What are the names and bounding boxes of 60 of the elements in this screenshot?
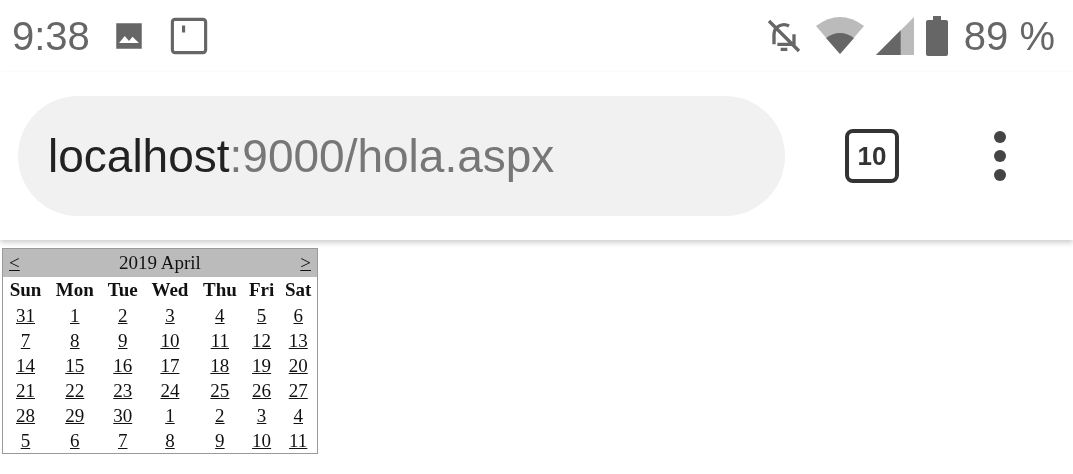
- menu-icon: [993, 131, 1007, 181]
- day-link[interactable]: 9: [117, 329, 128, 351]
- day-link[interactable]: 6: [293, 304, 303, 326]
- weekday-label: Fri: [248, 279, 275, 300]
- day-link[interactable]: 6: [70, 429, 80, 451]
- previous-month-link[interactable]: <: [9, 252, 20, 274]
- day-link[interactable]: 13: [288, 329, 308, 351]
- day-link[interactable]: 31: [15, 304, 35, 326]
- day-link[interactable]: 24: [160, 379, 180, 401]
- weekday-label: Sat: [285, 279, 312, 300]
- day-link[interactable]: 25: [210, 379, 230, 401]
- weekday-label: Wed: [151, 279, 189, 300]
- day-link[interactable]: 30: [113, 404, 133, 426]
- day-link[interactable]: 11: [210, 329, 229, 351]
- weekday-label: Mon: [55, 279, 94, 300]
- day-link[interactable]: 27: [288, 379, 308, 401]
- day-link[interactable]: 19: [252, 354, 272, 376]
- signal-icon: [875, 17, 914, 55]
- day-link[interactable]: 8: [165, 429, 175, 451]
- tab-count-button[interactable]: 10: [845, 129, 899, 183]
- day-link[interactable]: 7: [20, 329, 31, 351]
- day-link[interactable]: 12: [252, 329, 272, 351]
- day-link[interactable]: 4: [293, 404, 303, 426]
- weekday-label: Sun: [9, 279, 42, 300]
- day-link[interactable]: 18: [210, 354, 230, 376]
- day-link[interactable]: 23: [113, 379, 133, 401]
- day-link[interactable]: 16: [113, 354, 133, 376]
- battery-percent: 89 %: [963, 13, 1055, 59]
- day-link[interactable]: 8: [70, 329, 80, 351]
- day-link[interactable]: 15: [65, 354, 85, 376]
- day-link[interactable]: 2: [215, 404, 225, 426]
- day-link[interactable]: 10: [160, 329, 180, 351]
- clock-time: 9:38: [12, 13, 90, 59]
- day-link[interactable]: 3: [165, 304, 175, 326]
- day-link[interactable]: 3: [256, 404, 267, 426]
- day-link[interactable]: 29: [65, 404, 85, 426]
- day-link[interactable]: 1: [165, 404, 175, 426]
- day-link[interactable]: 5: [20, 429, 31, 451]
- day-link[interactable]: 22: [65, 379, 85, 401]
- day-link[interactable]: 28: [15, 404, 35, 426]
- day-link[interactable]: 7: [117, 429, 128, 451]
- next-month-link[interactable]: >: [300, 252, 311, 274]
- weekday-label: Thu: [202, 279, 237, 300]
- address-field[interactable]: localhost:9000/hola.aspx: [18, 96, 785, 216]
- day-link[interactable]: 10: [252, 429, 272, 451]
- weekday-label: Tue: [107, 279, 138, 300]
- day-link[interactable]: 17: [160, 354, 180, 376]
- day-link[interactable]: 11: [289, 429, 308, 451]
- day-link[interactable]: 2: [117, 304, 128, 326]
- day-link[interactable]: 20: [288, 354, 308, 376]
- day-link[interactable]: 9: [215, 429, 225, 451]
- day-link[interactable]: 26: [252, 379, 272, 401]
- day-link[interactable]: 5: [256, 304, 267, 326]
- day-link[interactable]: 14: [15, 354, 35, 376]
- wifi-icon: [815, 16, 864, 56]
- battery-icon: [925, 16, 948, 56]
- day-link[interactable]: 1: [70, 304, 80, 326]
- day-link[interactable]: 4: [215, 304, 225, 326]
- month-title: 2019 April: [119, 252, 201, 274]
- day-link[interactable]: 21: [15, 379, 35, 401]
